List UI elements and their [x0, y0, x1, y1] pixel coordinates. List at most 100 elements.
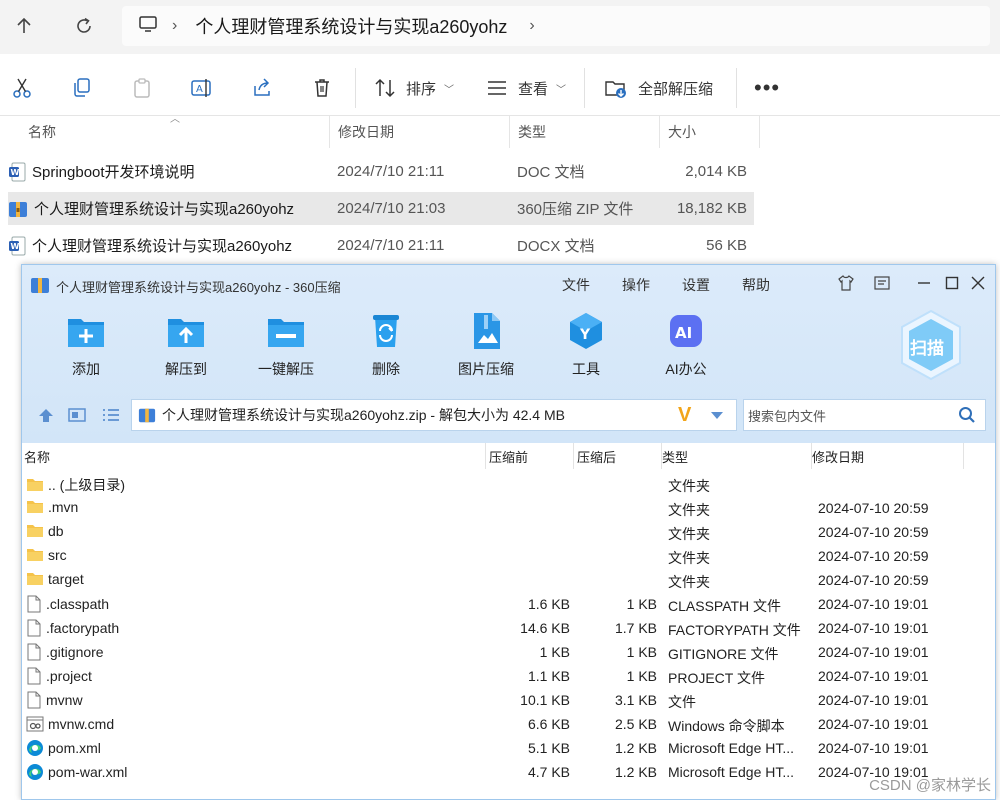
zip-entry-row[interactable]: src 文件夹 2024-07-10 20:59: [22, 545, 995, 569]
folder-icon: [26, 547, 48, 563]
search-icon[interactable]: [958, 406, 976, 427]
column-header-name[interactable]: 名称 ︿: [20, 114, 330, 148]
thumbnail-view-icon[interactable]: [68, 407, 86, 428]
file-type: 360压缩 ZIP 文件: [517, 201, 634, 218]
entry-modified: 2024-07-10 19:01: [818, 740, 929, 756]
more-options-icon[interactable]: •••: [754, 72, 780, 104]
file-icon: [26, 619, 46, 637]
entry-name: pom.xml: [48, 740, 101, 756]
menu-settings[interactable]: 设置: [682, 275, 710, 295]
up-arrow-icon[interactable]: [4, 8, 44, 44]
entry-name: .classpath: [46, 596, 110, 612]
cut-icon[interactable]: [12, 72, 32, 104]
share-icon[interactable]: [252, 72, 272, 104]
zip-entry-row[interactable]: .gitignore 1 KB 1 KB GITIGNORE 文件 2024-07-10…: [22, 641, 995, 665]
column-header-modified[interactable]: 修改日期: [330, 116, 510, 148]
sort-button[interactable]: 排序 ﹀: [374, 72, 454, 104]
add-label: 添加: [72, 361, 100, 377]
ai-office-button[interactable]: AI AI办公: [646, 311, 726, 379]
copy-icon[interactable]: [72, 72, 92, 104]
zip-entry-row[interactable]: .. (上级目录) 文件夹: [22, 473, 995, 497]
skin-shirt-icon[interactable]: [834, 273, 858, 293]
menu-operate[interactable]: 操作: [622, 275, 650, 295]
menu-file[interactable]: 文件: [562, 275, 590, 295]
file-size: 56 KB: [706, 237, 747, 254]
delete-icon[interactable]: [312, 72, 332, 104]
zip-window-header: 个人理财管理系统设计与实现a260yohz - 360压缩 文件 操作 设置 帮…: [22, 265, 995, 443]
zip-entry-row[interactable]: db 文件夹 2024-07-10 20:59: [22, 521, 995, 545]
zip-entry-row[interactable]: .mvn 文件夹 2024-07-10 20:59: [22, 497, 995, 521]
one-click-extract-label: 一键解压: [258, 361, 314, 377]
zip-archive-icon: [138, 406, 156, 424]
column-label: 名称: [24, 449, 51, 465]
file-row[interactable]: W Springboot开发环境说明 2024/7/10 21:11 DOC 文…: [8, 155, 754, 188]
zip-column-modified[interactable]: 修改日期: [812, 443, 964, 469]
column-header-size[interactable]: 大小: [660, 116, 760, 148]
menu-help[interactable]: 帮助: [742, 275, 770, 295]
entry-name: .gitignore: [46, 644, 104, 660]
zip-entry-row[interactable]: pom.xml 5.1 KB 1.2 KB Microsoft Edge HT... 2…: [22, 737, 995, 761]
zip-entry-row[interactable]: mvnw.cmd 6.6 KB 2.5 KB Windows 命令脚本 2024-07-…: [22, 713, 995, 737]
entry-size-after: 1 KB: [626, 668, 657, 684]
watermark: CSDN @家林学长: [869, 777, 991, 794]
zip-entry-row[interactable]: .classpath 1.6 KB 1 KB CLASSPATH 文件 2024-07-…: [22, 593, 995, 617]
sort-label: 排序: [406, 80, 437, 98]
list-view-icon[interactable]: [102, 407, 120, 428]
entry-name: .project: [46, 668, 92, 684]
entry-type: PROJECT 文件: [668, 670, 765, 686]
add-folder-icon: [68, 319, 104, 347]
file-row[interactable]: W 个人理财管理系统设计与实现a260yohz 2024/7/10 21:11 …: [8, 229, 754, 262]
archive-path-bar[interactable]: 个人理财管理系统设计与实现a260yohz.zip - 解包大小为 42.4 M…: [131, 399, 737, 431]
entry-size-after: 1.2 KB: [614, 764, 657, 780]
entry-name: mvnw.cmd: [48, 716, 115, 732]
extract-all-button[interactable]: 全部解压缩: [604, 72, 713, 104]
entry-name: target: [48, 571, 84, 587]
column-header-type[interactable]: 类型: [510, 116, 660, 148]
view-button[interactable]: 查看 ﹀: [486, 72, 566, 104]
address-bar[interactable]: › 个人理财管理系统设计与实现a260yohz ›: [122, 6, 990, 46]
entry-name: .mvn: [48, 499, 79, 515]
maximize-icon[interactable]: [940, 273, 964, 293]
script-icon: [26, 715, 48, 733]
entry-modified: 2024-07-10 20:59: [818, 548, 929, 564]
zip-column-type[interactable]: 类型: [662, 443, 812, 469]
zip-column-after[interactable]: 压缩后: [574, 443, 662, 469]
entry-name-cell: mvnw.cmd: [26, 715, 114, 733]
one-click-extract-button[interactable]: 一键解压: [246, 311, 326, 379]
entry-size-after: 3.1 KB: [614, 692, 657, 708]
entry-size-before: 4.7 KB: [527, 764, 570, 780]
svg-text:W: W: [11, 168, 20, 177]
entry-modified: 2024-07-10 19:01: [818, 668, 929, 684]
dropdown-arrow-icon[interactable]: [710, 408, 724, 424]
view-icon: [488, 81, 506, 95]
file-row[interactable]: 个人理财管理系统设计与实现a260yohz 2024/7/10 21:03 36…: [8, 192, 754, 225]
rename-icon[interactable]: A: [190, 72, 214, 104]
extract-to-button[interactable]: 解压到: [146, 311, 226, 379]
scan-button[interactable]: 扫描: [898, 309, 964, 381]
file-type: DOC 文档: [517, 164, 585, 181]
zip-entry-row[interactable]: .factorypath 14.6 KB 1.7 KB FACTORYPATH 文件 2…: [22, 617, 995, 641]
entry-size-before: 5.1 KB: [527, 740, 570, 756]
feedback-icon[interactable]: [870, 273, 894, 293]
zip-column-name[interactable]: 名称: [22, 443, 486, 469]
archive-search-input[interactable]: 搜索包内文件: [743, 399, 986, 431]
entry-type: Microsoft Edge HT...: [668, 740, 795, 756]
delete-button[interactable]: 删除: [346, 311, 426, 379]
chevron-right-icon[interactable]: ›: [529, 17, 534, 35]
zip-entry-row[interactable]: pom-war.xml 4.7 KB 1.2 KB Microsoft Edge HT…: [22, 761, 995, 785]
zip-entry-row[interactable]: target 文件夹 2024-07-10 20:59: [22, 569, 995, 593]
tools-button[interactable]: Y 工具: [546, 311, 626, 379]
zip-column-before[interactable]: 压缩前: [486, 443, 574, 469]
image-compress-button[interactable]: 图片压缩: [446, 311, 526, 379]
close-icon[interactable]: [966, 273, 990, 293]
file-icon: [26, 643, 46, 661]
up-level-icon[interactable]: [38, 407, 54, 428]
zip-entry-row[interactable]: mvnw 10.1 KB 3.1 KB 文件 2024-07-10 19:01: [22, 689, 995, 713]
minimize-icon[interactable]: [912, 273, 936, 293]
breadcrumb[interactable]: 个人理财管理系统设计与实现a260yohz: [195, 13, 507, 39]
refresh-icon[interactable]: [64, 8, 104, 44]
zip-entry-row[interactable]: .project 1.1 KB 1 KB PROJECT 文件 2024-07-10 1…: [22, 665, 995, 689]
entry-type: Microsoft Edge HT...: [668, 764, 795, 780]
verified-v-icon: V: [678, 404, 692, 426]
add-button[interactable]: 添加: [46, 311, 126, 379]
